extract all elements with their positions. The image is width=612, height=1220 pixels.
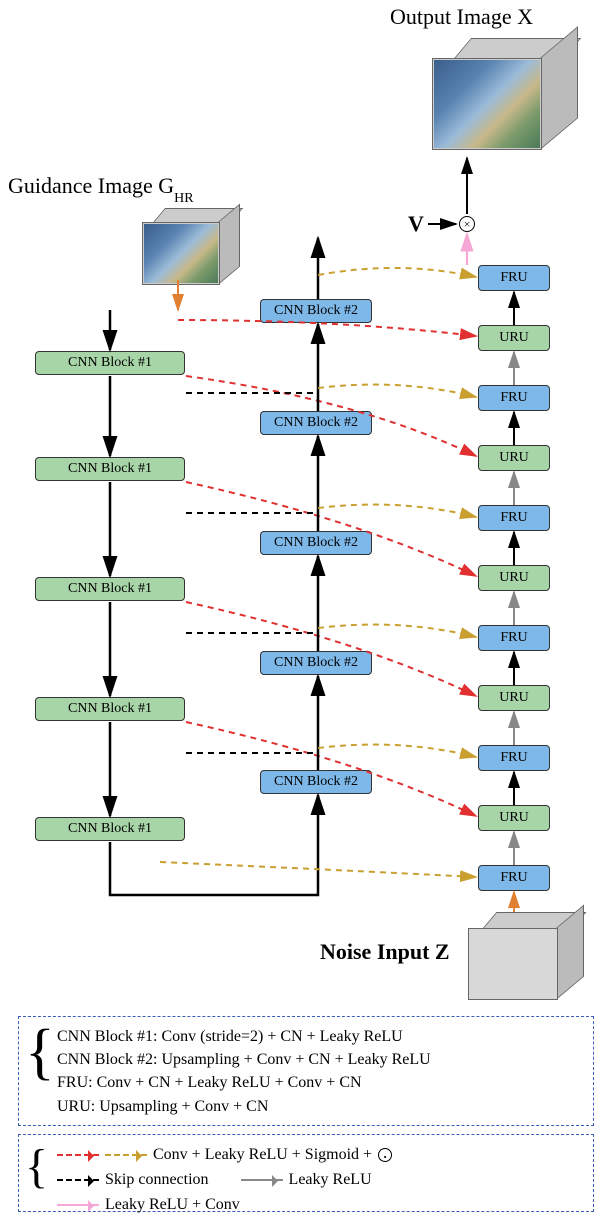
uru-4: URU — [478, 685, 550, 711]
fru-bottom: FRU — [478, 865, 550, 891]
fru-top: FRU — [478, 265, 550, 291]
legend-block-definitions: { CNN Block #1: Conv (stride=2) + CN + L… — [18, 1016, 594, 1126]
fru-2: FRU — [478, 385, 550, 411]
legend-cnn2: CNN Block #2: Upsampling + Conv + CN + L… — [57, 1048, 585, 1071]
architecture-diagram: { "titles": { "output": "Output Image X"… — [0, 0, 612, 1220]
brace-icon: { — [25, 1025, 55, 1081]
odot-icon — [378, 1148, 392, 1162]
cnn-block-1-level-3: CNN Block #1 — [35, 577, 185, 601]
cnn-block-2-level-3: CNN Block #2 — [260, 531, 372, 555]
legend-fru: FRU: Conv + CN + Leaky ReLU + Conv + CN — [57, 1071, 585, 1094]
legend-redgold-arrow: Conv + Leaky ReLU + Sigmoid + — [57, 1143, 585, 1168]
brace-icon: { — [25, 1145, 48, 1188]
legend-arrow-definitions: { Conv + Leaky ReLU + Sigmoid + Skip con… — [18, 1134, 594, 1212]
fru-5: FRU — [478, 745, 550, 771]
legend-uru: URU: Upsampling + Conv + CN — [57, 1095, 585, 1118]
uru-5: URU — [478, 805, 550, 831]
legend-pink-arrow: Leaky ReLU + Conv — [57, 1193, 585, 1218]
noise-label: Noise Input Z — [320, 939, 450, 965]
legend-skip-and-leaky: Skip connection Leaky ReLU — [57, 1168, 585, 1193]
cnn-block-2-level-1: CNN Block #2 — [260, 299, 372, 323]
cnn-block-2-level-4: CNN Block #2 — [260, 651, 372, 675]
black-dashed-arrow-icon — [57, 1179, 99, 1181]
fru-4: FRU — [478, 625, 550, 651]
uru-1: URU — [478, 325, 550, 351]
v-label: V — [408, 211, 424, 237]
cnn-block-1-level-2: CNN Block #1 — [35, 457, 185, 481]
cnn-block-2-level-2: CNN Block #2 — [260, 411, 372, 435]
title-guidance: Guidance Image GHR — [8, 173, 194, 203]
pink-solid-arrow-icon — [57, 1204, 99, 1206]
uru-2: URU — [478, 445, 550, 471]
fru-3: FRU — [478, 505, 550, 531]
gold-dashed-arrow-icon — [105, 1154, 147, 1156]
elementwise-multiply-icon: × — [459, 216, 475, 232]
legend-cnn1: CNN Block #1: Conv (stride=2) + CN + Lea… — [57, 1025, 585, 1048]
cnn-block-1-level-1: CNN Block #1 — [35, 351, 185, 375]
cnn-block-1-level-5: CNN Block #1 — [35, 817, 185, 841]
title-output: Output Image X — [390, 4, 533, 30]
uru-3: URU — [478, 565, 550, 591]
cnn-block-1-level-4: CNN Block #1 — [35, 697, 185, 721]
cnn-block-2-level-5: CNN Block #2 — [260, 770, 372, 794]
red-dashed-arrow-icon — [57, 1154, 99, 1156]
gray-solid-arrow-icon — [241, 1179, 283, 1181]
